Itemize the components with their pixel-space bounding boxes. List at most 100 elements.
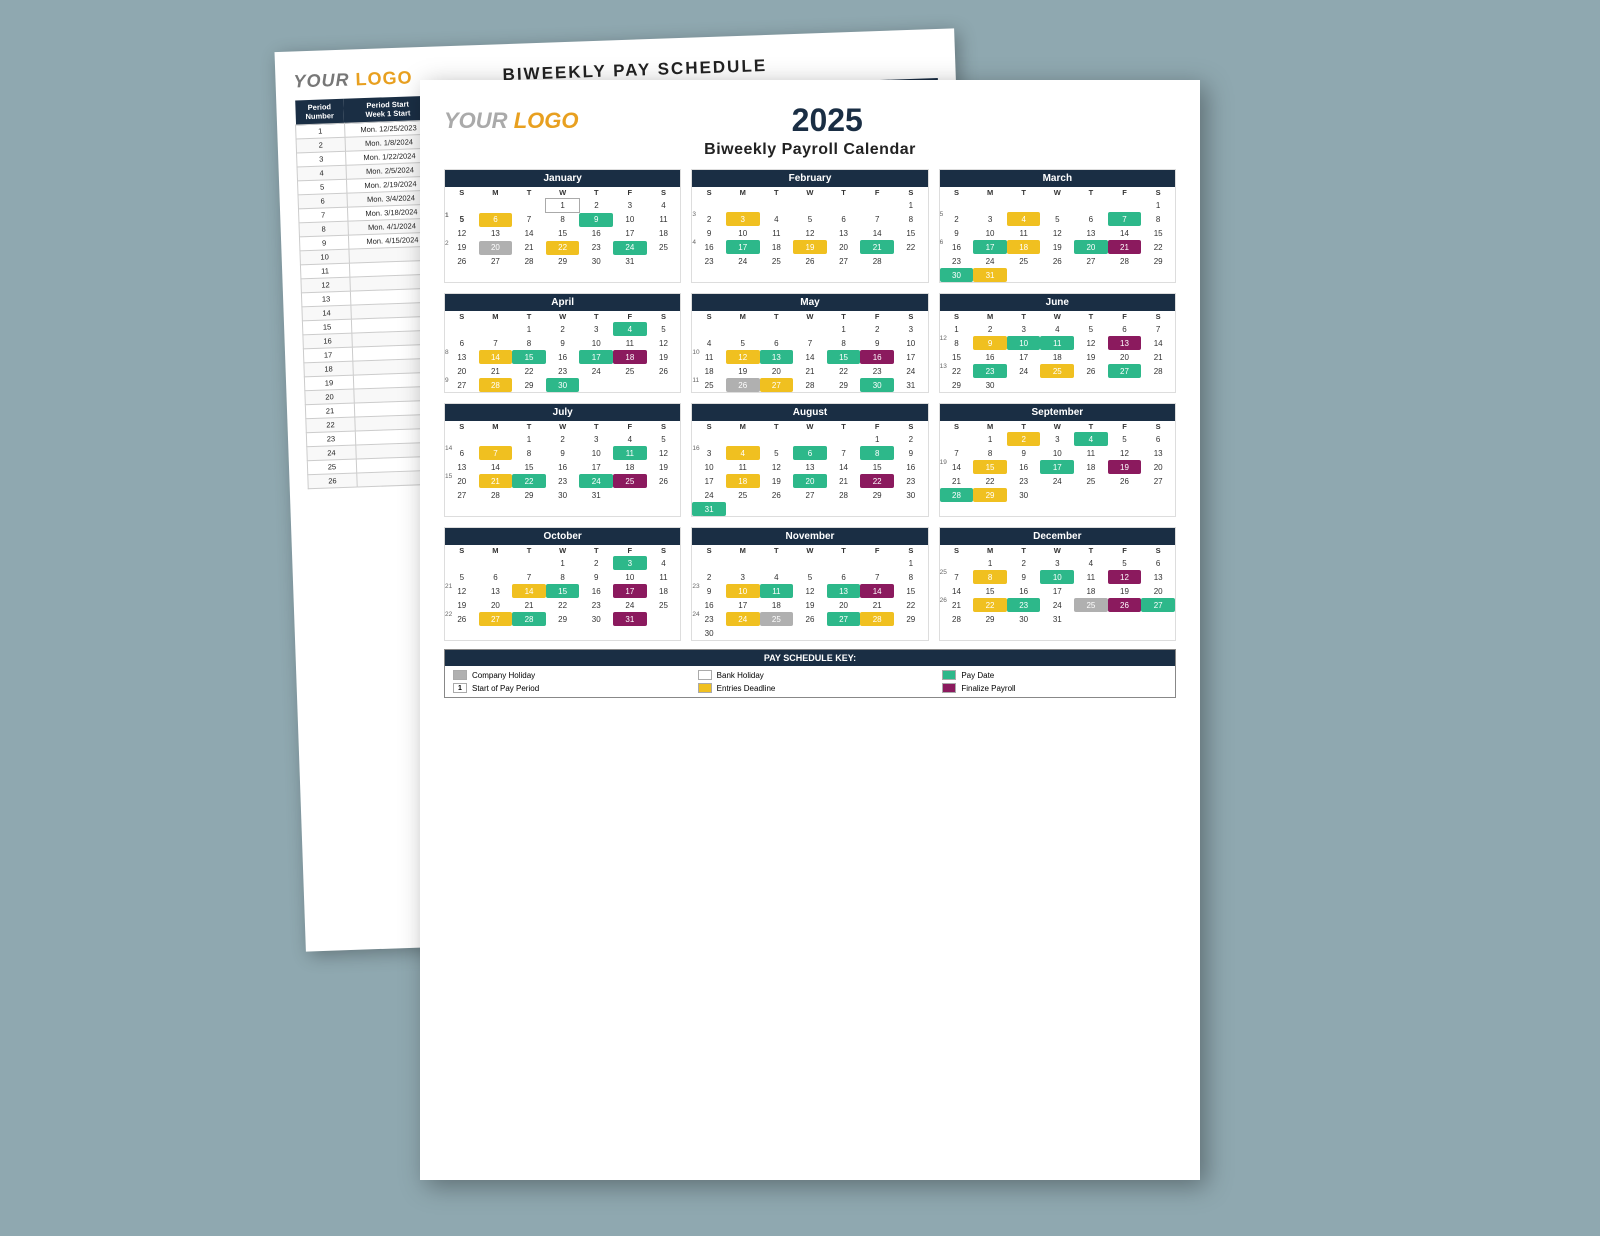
cal-cell: 20 [479,241,513,255]
cal-cell: 28 [827,488,861,502]
cal-cell: 11 [613,336,647,350]
cal-cell: 7 [940,446,974,460]
cal-cell [1108,268,1142,282]
cal-cell: 26 [647,474,681,488]
cal-cell: 3 [1007,322,1041,336]
cal-cell: 13 [827,584,861,598]
cal-cell [940,432,974,446]
august-calendar: S M T W T F S 1 2 [692,421,927,516]
cal-cell: 19 [793,240,827,254]
month-june: June S M T W T F S 1 2 3 4 [939,293,1176,393]
cal-cell: 18 [647,584,681,598]
cal-cell: 18 [613,350,647,364]
key-label-bank-holiday: Bank Holiday [717,671,764,680]
cal-cell: 31 [1040,612,1074,626]
cal-cell: 1 [546,199,580,213]
cal-cell: 1 [940,322,974,336]
month-february: February S M T W T F S [691,169,928,283]
cal-cell: 219 [445,241,479,255]
col-period-start: Period StartWeek 1 Start [344,96,433,124]
cal-cell [1074,612,1108,626]
dow-s: S [692,421,726,432]
dow-f: F [860,545,894,556]
cal-cell: 18 [726,474,760,488]
cal-cell: 5 [1108,556,1142,570]
cal-cell: 16 [973,350,1007,364]
cal-cell: 4 [1040,322,1074,336]
cal-cell: 16 [1007,584,1041,598]
cal-cell: 25 [647,241,681,255]
cal-cell: 22 [1141,240,1175,254]
cal-cell: 21 [940,474,974,488]
key-label-company-holiday: Company Holiday [472,671,535,680]
dow-t2: T [1074,187,1108,198]
cal-cell: 25 [613,364,647,378]
cal-cell: 1 [512,432,546,446]
cal-cell: 12 [1074,336,1108,350]
cal-cell: 12 [647,446,681,460]
cal-cell: 29 [940,378,974,392]
key-label-finalize-payroll: Finalize Payroll [961,684,1015,693]
dow-m: M [726,545,760,556]
cal-cell: 23 [860,364,894,378]
dow-t: T [512,311,546,322]
cal-cell: 3 [726,212,760,226]
cal-cell: 26 [1074,364,1108,378]
cal-cell: 24 [973,254,1007,268]
cal-cell [445,556,479,570]
cal-cell [1074,198,1108,212]
cal-cell: 10 [1040,446,1074,460]
dow-t: T [760,311,794,322]
cal-cell: 11 [1074,446,1108,460]
cal-cell: 9 [692,226,726,240]
cal-cell: 15 [973,584,1007,598]
cal-cell: 31 [613,612,647,626]
cal-cell: 16 [894,460,928,474]
cal-cell: 2 [579,556,613,570]
dow-s: S [940,421,974,432]
cal-cell: 25 [1040,364,1074,378]
key-label-pay-date: Pay Date [961,671,994,680]
cal-cell: 6 [479,570,513,584]
swatch-pay-date [942,670,956,680]
dow-s: S [445,545,479,556]
cal-cell: 6 [445,336,479,350]
cal-cell: 11 [647,570,681,584]
cal-cell [1040,488,1074,502]
cal-cell: 8 [1141,212,1175,226]
cal-cell [940,556,974,570]
cal-cell: 14 [793,350,827,364]
cal-cell: 9 [546,336,580,350]
cal-cell: 616 [940,240,974,254]
cal-cell: 20 [793,474,827,488]
cal-cell: 1 [1141,198,1175,212]
cal-cell: 5 [647,322,681,336]
june-calendar: S M T W T F S 1 2 3 4 5 6 7 [940,311,1175,392]
cal-cell [647,488,681,502]
dow-t: T [512,545,546,556]
cal-cell [760,322,794,336]
dow-t: T [1007,311,1041,322]
cal-cell [479,199,513,213]
cal-cell [445,199,479,213]
month-august-header: August [692,404,927,421]
cal-cell: 12 [445,227,479,241]
dow-t2: T [579,311,613,322]
cal-cell [827,556,861,570]
november-calendar: S M T W T F S 1 [692,545,927,640]
cal-cell: 16 [579,227,613,241]
dow-w: W [793,545,827,556]
cal-cell [1108,612,1142,626]
cal-cell: 52 [940,212,974,226]
cal-cell: 7 [1108,212,1142,226]
cal-cell: 4 [647,556,681,570]
cal-cell: 7 [479,446,513,460]
key-label-start-pay-period: Start of Pay Period [472,684,539,693]
dow-s2: S [1141,311,1175,322]
dow-w: W [793,187,827,198]
cal-cell [1040,268,1074,282]
cal-cell: 19 [760,474,794,488]
schedule-cell: 26 [308,473,357,489]
cal-cell [827,432,861,446]
cal-cell: 10 [579,336,613,350]
